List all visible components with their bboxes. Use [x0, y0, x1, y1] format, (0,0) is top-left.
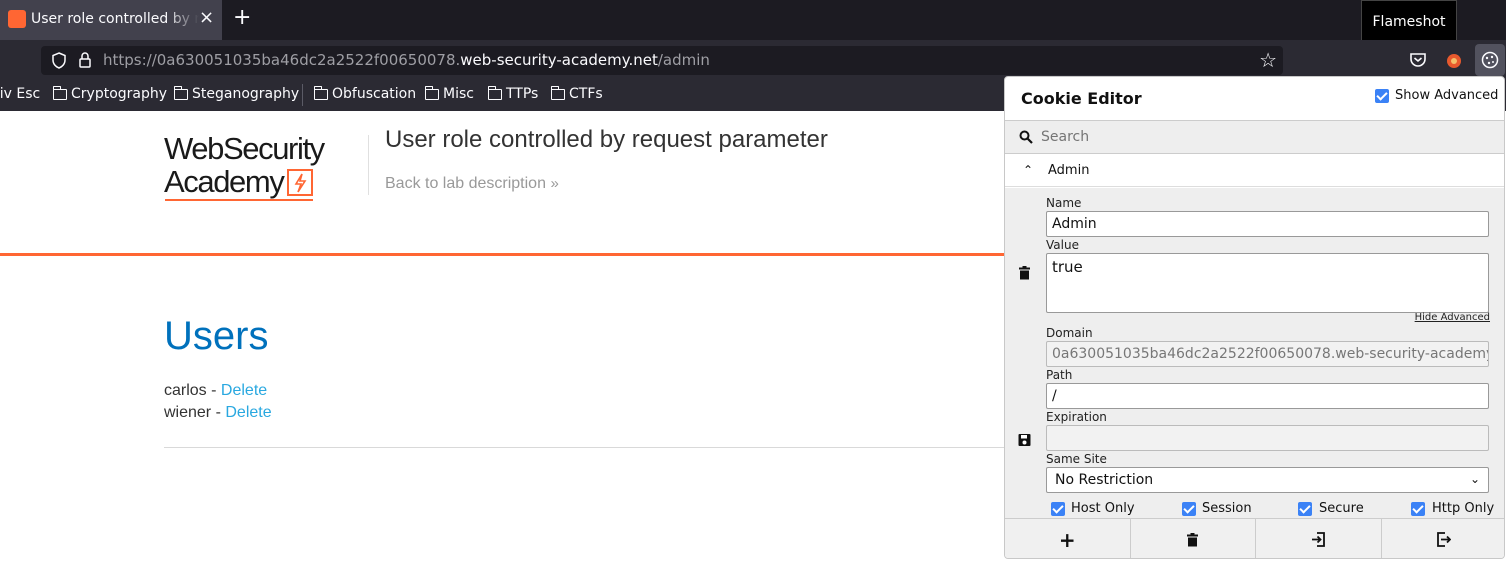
- path-field[interactable]: /: [1046, 383, 1489, 409]
- cookie-icon: [1481, 51, 1499, 69]
- flameshot-tooltip: Flameshot: [1361, 0, 1457, 44]
- http-only-label[interactable]: Http Only: [1432, 501, 1494, 516]
- cookie-editor-popup: Cookie Editor Show Advanced ⌃ Admin Name…: [1004, 76, 1505, 559]
- host-only-checkbox[interactable]: [1051, 502, 1065, 516]
- path-label: Path: [1046, 368, 1073, 382]
- secure-label[interactable]: Secure: [1319, 501, 1364, 516]
- bookmark-cryptography[interactable]: Cryptography: [52, 85, 167, 102]
- plus-icon: +: [1058, 527, 1076, 552]
- chevron-up-icon[interactable]: ⌃: [1023, 163, 1033, 177]
- double-chevron-icon: »: [550, 175, 559, 192]
- bookmarks-separator: [302, 84, 303, 106]
- burp-extension-icon[interactable]: [1444, 50, 1464, 70]
- bookmark-privesc[interactable]: riv Esc: [0, 86, 40, 102]
- header-rule: [0, 253, 1004, 256]
- session-label[interactable]: Session: [1202, 501, 1252, 516]
- secure-checkbox[interactable]: [1298, 502, 1312, 516]
- back-to-lab-link[interactable]: Back to lab description »: [385, 175, 559, 193]
- user-row: wiener - Delete: [164, 404, 272, 421]
- same-site-select[interactable]: No Restriction ⌄: [1046, 467, 1489, 493]
- header-divider: [368, 135, 369, 195]
- search-input[interactable]: [1041, 125, 1481, 149]
- tracking-shield-icon[interactable]: [51, 52, 67, 69]
- cookie-editor-title: Cookie Editor: [1021, 89, 1142, 108]
- same-site-label: Same Site: [1046, 452, 1107, 466]
- trash-icon[interactable]: [1018, 266, 1031, 280]
- folder-icon: [313, 85, 328, 100]
- session-checkbox[interactable]: [1182, 502, 1196, 516]
- folder-icon: [550, 85, 565, 100]
- show-advanced-label[interactable]: Show Advanced: [1395, 88, 1498, 103]
- lock-icon[interactable]: [78, 51, 92, 69]
- delete-carlos-link[interactable]: Delete: [221, 382, 267, 399]
- trash-icon: [1187, 532, 1199, 546]
- bookmark-misc[interactable]: Misc: [424, 85, 474, 102]
- cookie-editor-footer: +: [1005, 518, 1505, 558]
- import-icon: [1311, 532, 1325, 547]
- value-field[interactable]: true: [1046, 253, 1489, 313]
- domain-field[interactable]: 0a630051035ba46dc2a2522f00650078.web-sec…: [1046, 341, 1489, 367]
- cookie-detail-panel: Name Admin Value true Hide Advanced Doma…: [1005, 188, 1504, 518]
- add-cookie-button[interactable]: +: [1005, 519, 1131, 558]
- tab-bar: User role controlled by request paramete…: [0, 0, 1506, 40]
- import-button[interactable]: [1256, 519, 1382, 558]
- chevron-down-icon: ⌄: [1469, 472, 1480, 486]
- browser-tab[interactable]: User role controlled by request paramete…: [0, 0, 222, 40]
- expiration-label: Expiration: [1046, 410, 1107, 424]
- close-tab-icon[interactable]: ×: [199, 8, 214, 28]
- folder-icon: [52, 85, 67, 100]
- bookmark-ctfs[interactable]: CTFs: [550, 85, 603, 102]
- name-field[interactable]: Admin: [1046, 211, 1489, 237]
- bookmark-star-icon[interactable]: ☆: [1259, 49, 1277, 71]
- http-only-checkbox[interactable]: [1411, 502, 1425, 516]
- user-row: carlos - Delete: [164, 382, 268, 399]
- bookmark-steganography[interactable]: Steganography: [173, 85, 299, 102]
- cookie-header-name: Admin: [1048, 163, 1090, 178]
- new-tab-button[interactable]: +: [233, 6, 251, 30]
- show-advanced-checkbox[interactable]: [1375, 89, 1389, 103]
- web-security-academy-logo[interactable]: WebSecurity Academy: [164, 132, 325, 198]
- cookie-header-admin[interactable]: ⌃ Admin: [1005, 155, 1504, 187]
- delete-all-button[interactable]: [1131, 519, 1256, 558]
- expiration-field[interactable]: [1046, 425, 1489, 451]
- folder-icon: [173, 85, 188, 100]
- nav-bar: https://0a630051035ba46dc2a2522f00650078…: [0, 40, 1506, 80]
- tab-title: User role controlled by request paramete…: [31, 11, 199, 27]
- lab-title: User role controlled by request paramete…: [385, 126, 828, 153]
- folder-icon: [487, 85, 502, 100]
- folder-icon: [424, 85, 439, 100]
- host-only-label[interactable]: Host Only: [1071, 501, 1135, 516]
- url-text[interactable]: https://0a630051035ba46dc2a2522f00650078…: [103, 51, 710, 69]
- search-bar: [1005, 120, 1504, 154]
- cookie-editor-extension-button[interactable]: [1475, 44, 1505, 76]
- save-icon[interactable]: [1018, 433, 1031, 447]
- name-label: Name: [1046, 196, 1082, 210]
- pocket-icon[interactable]: [1408, 50, 1428, 70]
- domain-label: Domain: [1046, 326, 1093, 340]
- lab-favicon-icon: [8, 10, 26, 28]
- export-icon: [1437, 532, 1452, 547]
- value-label: Value: [1046, 238, 1079, 252]
- delete-wiener-link[interactable]: Delete: [225, 404, 271, 421]
- url-bar[interactable]: https://0a630051035ba46dc2a2522f00650078…: [41, 46, 1283, 75]
- logo-underline: [165, 199, 313, 201]
- content-divider: [164, 447, 1004, 448]
- export-button[interactable]: [1382, 519, 1505, 558]
- search-icon: [1019, 130, 1033, 144]
- bookmark-obfuscation[interactable]: Obfuscation: [313, 85, 416, 102]
- bookmark-ttps[interactable]: TTPs: [487, 85, 538, 102]
- hide-advanced-link[interactable]: Hide Advanced: [1415, 312, 1490, 323]
- users-heading: Users: [164, 314, 269, 358]
- academy-bolt-icon: [287, 169, 314, 196]
